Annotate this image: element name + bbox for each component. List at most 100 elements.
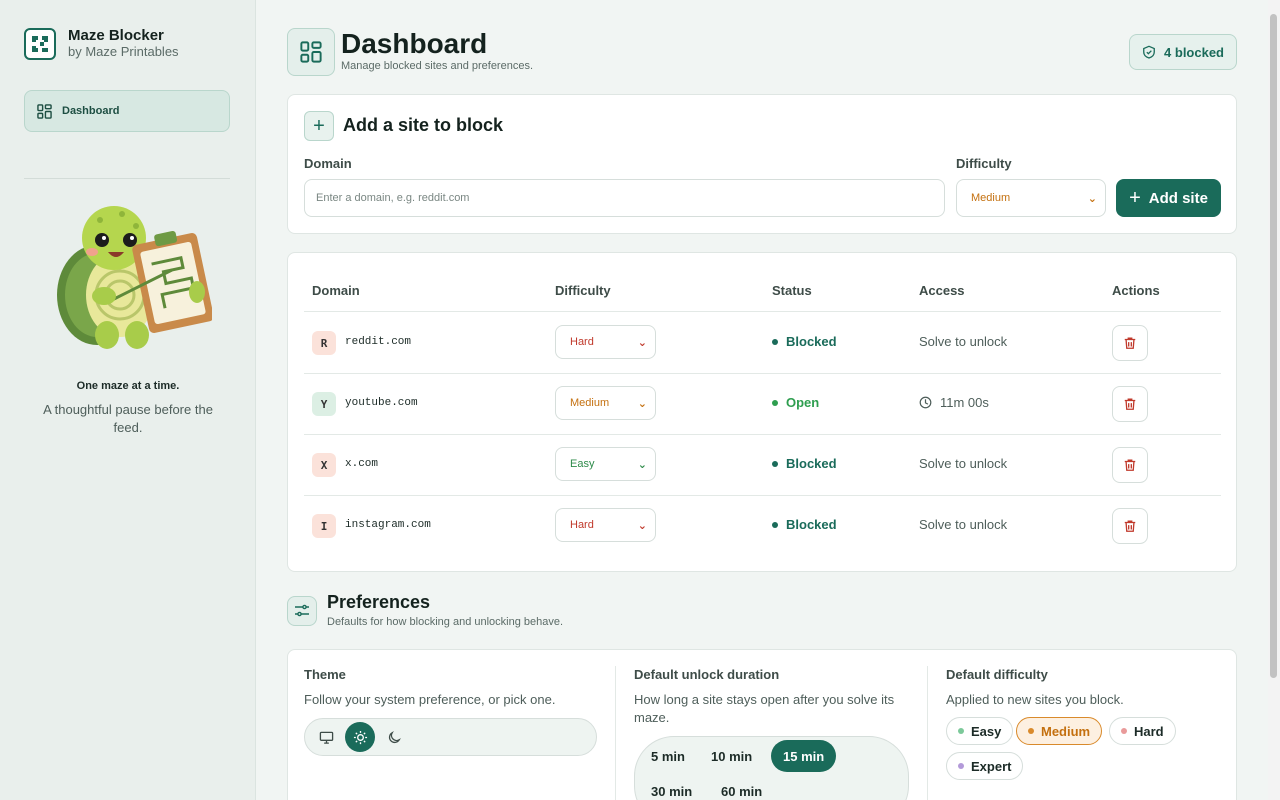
domain-name: youtube.com bbox=[345, 397, 418, 409]
sun-icon bbox=[353, 730, 367, 744]
sidebar-item-dashboard[interactable]: Dashboard bbox=[24, 90, 230, 132]
chevron-down-icon: ⌄ bbox=[637, 458, 647, 471]
preferences-title: Preferences bbox=[327, 592, 431, 612]
trash-icon bbox=[1124, 337, 1136, 349]
row-difficulty-select[interactable]: Medium ⌄ bbox=[555, 386, 656, 420]
theme-system-button[interactable] bbox=[311, 722, 341, 752]
table-row: X x.com Easy ⌄ Blocked Solve to unlock bbox=[304, 434, 1221, 495]
column-divider bbox=[615, 666, 616, 800]
duration-description: How long a site stays open after you sol… bbox=[634, 692, 895, 725]
status-text: Blocked bbox=[786, 517, 837, 532]
clock-icon bbox=[919, 396, 932, 409]
table-row: R reddit.com Hard ⌄ Blocked Solve to unlo… bbox=[304, 312, 1221, 373]
difficulty-pill-label: Hard bbox=[1134, 723, 1164, 739]
tagline-title: One maze at a time. bbox=[76, 380, 180, 392]
plus-icon: + bbox=[304, 111, 334, 141]
access-text: Solve to unlock bbox=[919, 517, 1008, 532]
difficulty-pill-easy[interactable]: Easy bbox=[946, 717, 1014, 745]
difficulty-select[interactable]: Medium ⌄ bbox=[956, 179, 1106, 217]
dashboard-grid-icon bbox=[37, 103, 52, 119]
blocked-count-label: 4 blocked bbox=[1164, 44, 1224, 60]
shield-check-icon bbox=[1143, 45, 1155, 59]
access-timer-text: 11m 00s bbox=[940, 395, 989, 410]
delete-button[interactable] bbox=[1112, 508, 1148, 544]
domain-name: reddit.com bbox=[345, 336, 412, 348]
chevron-down-icon: ⌄ bbox=[637, 336, 647, 349]
moon-icon bbox=[388, 730, 401, 743]
domain-label: Domain bbox=[304, 156, 352, 171]
sliders-icon bbox=[287, 596, 317, 626]
theme-light-button[interactable] bbox=[345, 722, 375, 752]
add-site-card: + Add a site to block Domain Difficulty … bbox=[287, 94, 1237, 234]
status-text: Blocked bbox=[786, 456, 837, 471]
default-difficulty-description: Applied to new sites you block. bbox=[946, 692, 1124, 707]
difficulty-pill-hard[interactable]: Hard bbox=[1109, 717, 1176, 745]
row-difficulty-select[interactable]: Hard ⌄ bbox=[555, 325, 656, 359]
delete-button[interactable] bbox=[1112, 325, 1148, 361]
delete-button[interactable] bbox=[1112, 386, 1148, 422]
column-header-actions: Actions bbox=[1112, 283, 1160, 298]
chevron-down-icon: ⌄ bbox=[1087, 192, 1097, 205]
theme-title: Theme bbox=[304, 667, 346, 682]
theme-toggle bbox=[304, 718, 597, 756]
plus-icon: + bbox=[1129, 187, 1141, 209]
duration-title: Default unlock duration bbox=[634, 667, 780, 682]
duration-option-60[interactable]: 60 min bbox=[709, 775, 774, 800]
access-text: Solve to unlock bbox=[919, 334, 1008, 349]
difficulty-pill-label: Easy bbox=[971, 723, 1002, 739]
domain-name: instagram.com bbox=[345, 519, 431, 531]
trash-icon bbox=[1124, 520, 1136, 532]
status-text: Open bbox=[786, 395, 820, 410]
sidebar-item-label: Dashboard bbox=[62, 105, 120, 117]
access-text: Solve to unlock bbox=[919, 456, 1008, 471]
theme-dark-button[interactable] bbox=[379, 722, 409, 752]
scrollbar-thumb[interactable] bbox=[1270, 14, 1277, 678]
status-badge: Open bbox=[772, 395, 819, 410]
trash-icon bbox=[1124, 398, 1136, 410]
row-difficulty-select[interactable]: Easy ⌄ bbox=[555, 447, 656, 481]
brand-subtitle: by Maze Printables bbox=[68, 44, 179, 59]
domain-initial-badge: I bbox=[312, 514, 336, 538]
column-header-status: Status bbox=[772, 283, 812, 298]
difficulty-pill-expert[interactable]: Expert bbox=[946, 752, 1024, 780]
domain-initial-badge: R bbox=[312, 331, 336, 355]
preferences-subtitle: Defaults for how blocking and unlocking … bbox=[327, 616, 564, 628]
duration-option-5[interactable]: 5 min bbox=[639, 740, 697, 772]
table-row: I instagram.com Hard ⌄ Blocked Solve to u… bbox=[304, 495, 1221, 556]
scrollbar[interactable] bbox=[1268, 0, 1280, 800]
trash-icon bbox=[1124, 459, 1136, 471]
page-title: Dashboard bbox=[341, 28, 488, 59]
delete-button[interactable] bbox=[1112, 447, 1148, 483]
domain-initial-badge: X bbox=[312, 453, 336, 477]
difficulty-pill-medium[interactable]: Medium bbox=[1016, 717, 1103, 745]
brand[interactable]: Maze Blocker by Maze Printables bbox=[24, 28, 179, 60]
turtle-mascot-illustration bbox=[57, 206, 212, 349]
duration-option-15[interactable]: 15 min bbox=[771, 740, 837, 772]
brand-title: Maze Blocker bbox=[68, 27, 164, 44]
row-difficulty-value: Easy bbox=[570, 458, 595, 470]
blocked-sites-table: Domain Difficulty Status Access Actions … bbox=[287, 252, 1237, 572]
duration-options: 5 min 10 min 15 min 30 min 60 min bbox=[634, 736, 909, 800]
access-timer: 11m 00s bbox=[919, 395, 989, 410]
add-site-button-label: Add site bbox=[1148, 189, 1208, 207]
maze-logo-icon bbox=[24, 28, 56, 60]
domain-name: x.com bbox=[345, 458, 379, 470]
add-site-title: Add a site to block bbox=[343, 115, 504, 135]
blocked-count-badge: 4 blocked bbox=[1129, 34, 1237, 70]
row-difficulty-select[interactable]: Hard ⌄ bbox=[555, 508, 656, 542]
default-difficulty-title: Default difficulty bbox=[946, 667, 1048, 682]
dashboard-grid-icon bbox=[287, 28, 335, 76]
sidebar-divider bbox=[24, 178, 230, 179]
status-badge: Blocked bbox=[772, 334, 837, 349]
difficulty-pill-label: Medium bbox=[1041, 723, 1091, 739]
table-row: Y youtube.com Medium ⌄ Open 11m 00s bbox=[304, 373, 1221, 434]
add-site-button[interactable]: + Add site bbox=[1116, 179, 1221, 217]
domain-input[interactable] bbox=[304, 179, 945, 217]
sidebar: Maze Blocker by Maze Printables Dashboar… bbox=[0, 0, 256, 800]
row-difficulty-value: Hard bbox=[570, 336, 594, 348]
preferences-card: Theme Follow your system preference, or … bbox=[287, 649, 1237, 800]
duration-option-30[interactable]: 30 min bbox=[639, 775, 704, 800]
domain-initial-badge: Y bbox=[312, 392, 336, 416]
duration-option-10[interactable]: 10 min bbox=[699, 740, 764, 772]
row-difficulty-value: Medium bbox=[570, 397, 610, 409]
